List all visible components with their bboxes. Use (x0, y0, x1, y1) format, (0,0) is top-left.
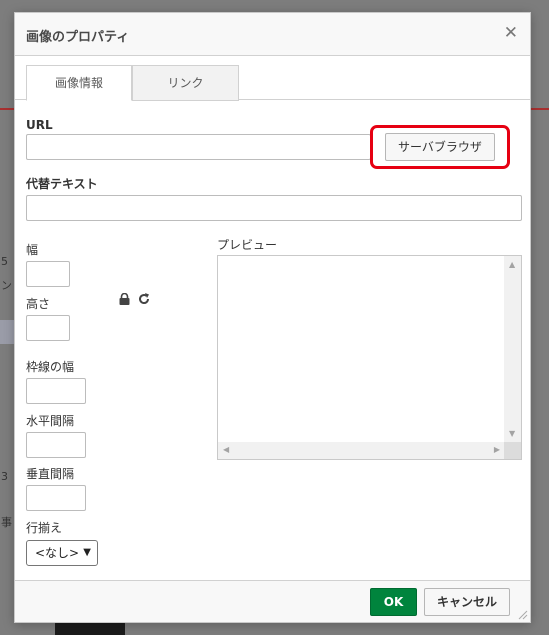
chevron-down-icon: ▼ (83, 547, 91, 558)
scroll-left-icon[interactable]: ◀ (223, 446, 229, 454)
cancel-button[interactable]: キャンセル (424, 588, 510, 616)
image-properties-dialog: 画像のプロパティ ✕ 画像情報 リンク URL サーバブラウザ 代替テキスト 幅… (14, 12, 531, 623)
preview-area: ▲ ▼ ◀ ▶ (217, 255, 522, 460)
hspace-label: 水平間隔 (26, 414, 75, 428)
background-text: ン (1, 279, 12, 292)
align-selected-value: <なし> (35, 546, 80, 560)
lock-icon[interactable] (119, 293, 130, 305)
hspace-input[interactable] (26, 432, 86, 458)
url-input[interactable] (26, 134, 371, 160)
background-text: 事 (1, 516, 12, 529)
background-divider-right (530, 108, 549, 110)
width-label: 幅 (26, 243, 39, 257)
scroll-up-icon[interactable]: ▲ (509, 261, 515, 269)
alt-text-label: 代替テキスト (26, 177, 98, 191)
reset-size-icon[interactable] (137, 292, 151, 306)
tab-image-info[interactable]: 画像情報 (26, 65, 132, 101)
dialog-titlebar[interactable]: 画像のプロパティ ✕ (15, 13, 530, 56)
ok-button[interactable]: OK (370, 588, 417, 616)
background-text: 5 (1, 255, 8, 268)
scroll-right-icon[interactable]: ▶ (494, 446, 500, 454)
width-input[interactable] (26, 261, 70, 287)
horizontal-scrollbar[interactable]: ◀ ▶ (218, 442, 505, 459)
tab-link[interactable]: リンク (132, 65, 239, 101)
vspace-input[interactable] (26, 485, 86, 511)
vspace-label: 垂直間隔 (26, 467, 75, 481)
height-label: 高さ (26, 297, 51, 311)
border-input[interactable] (26, 378, 86, 404)
align-select[interactable]: <なし> ▼ (26, 540, 98, 566)
highlight-annotation (370, 125, 510, 169)
dialog-title: 画像のプロパティ (26, 30, 130, 45)
close-icon[interactable]: ✕ (504, 23, 518, 43)
vertical-scrollbar[interactable]: ▲ ▼ (504, 256, 521, 443)
scroll-down-icon[interactable]: ▼ (509, 430, 515, 438)
resize-grip-icon[interactable] (518, 610, 528, 620)
url-label: URL (26, 118, 53, 132)
preview-label: プレビュー (217, 238, 278, 252)
border-label: 枠線の幅 (26, 360, 75, 374)
background-text: 3 (1, 470, 8, 483)
scrollbar-corner (504, 442, 521, 459)
dialog-footer: OK キャンセル (15, 580, 530, 622)
align-label: 行揃え (26, 521, 63, 535)
height-input[interactable] (26, 315, 70, 341)
tab-bar: 画像情報 リンク (15, 56, 530, 101)
alt-text-input[interactable] (26, 195, 522, 221)
